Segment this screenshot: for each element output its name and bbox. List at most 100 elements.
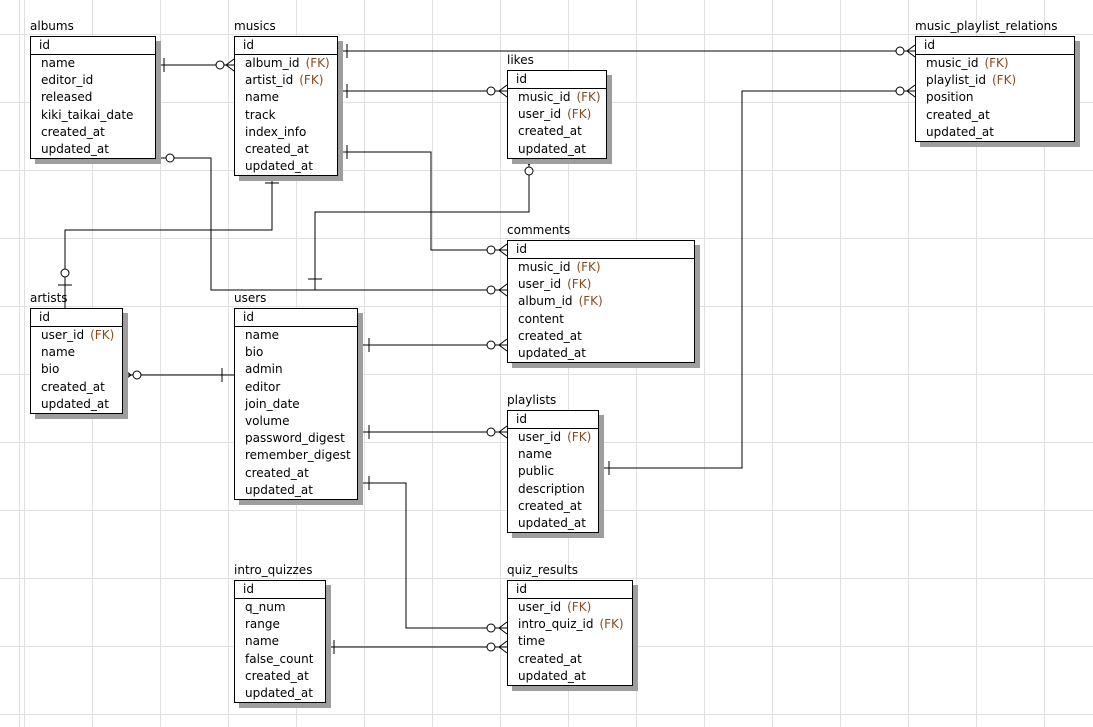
field-name: created_at (245, 141, 309, 156)
field-name: bio (245, 345, 264, 360)
entity-field: updated_at (245, 158, 329, 175)
fk-marker: (FK) (991, 73, 1017, 88)
entity-field: artist_id (FK) (245, 72, 329, 89)
relationship-line (314, 157, 530, 290)
field-name: q_num (245, 600, 286, 614)
field-name: created_at (41, 124, 105, 139)
field-name: user_id (41, 328, 85, 342)
entity-field: volume (245, 413, 349, 430)
entity-likes[interactable]: likes id music_id (FK) user_id (FK) created_… (507, 53, 607, 159)
many-marker (498, 289, 508, 297)
entity-field: name (41, 55, 147, 72)
many-marker (122, 374, 132, 382)
field-name: updated_at (518, 668, 586, 683)
entity-field: name (518, 446, 590, 463)
entity-title: quiz_results (507, 563, 579, 577)
entity-box: id music_id (FK) user_id (FK) album_id (FK) co… (507, 240, 695, 364)
field-name: password_digest (245, 431, 345, 446)
entity-field: bio (41, 361, 114, 378)
entity-field: kiki_taikai_date (41, 107, 147, 124)
entity-field: position (926, 89, 1066, 106)
entity-field: q_num (245, 599, 317, 616)
field-list: music_id (FK) playlist_id (FK) position creat… (916, 55, 1074, 141)
field-name: album_id (518, 294, 573, 309)
primary-key: id (31, 309, 122, 327)
many-marker (498, 84, 508, 92)
field-name: range (245, 617, 280, 632)
field-name: updated_at (41, 141, 109, 156)
field-name: name (518, 447, 553, 462)
entity-field: music_id (FK) (518, 259, 686, 276)
entity-title: intro_quizzes (234, 563, 313, 577)
entity-field: created_at (245, 668, 317, 685)
zero-marker (165, 153, 175, 163)
entity-artists[interactable]: artists id user_id (FK) name bio created_at u… (30, 291, 123, 414)
primary-key: id (916, 37, 1074, 55)
entity-playlists[interactable]: playlists id user_id (FK) name public descri… (507, 393, 599, 534)
zero-marker (524, 166, 534, 176)
zero-marker (895, 46, 905, 56)
entity-intro-quizzes[interactable]: intro_quizzes id q_num range name false_cou… (234, 563, 326, 704)
field-name: created_at (518, 498, 582, 513)
field-name: remember_digest (245, 448, 351, 463)
field-name: index_info (245, 124, 307, 139)
entity-field: editor_id (41, 72, 147, 89)
entity-field: false_count (245, 651, 317, 668)
entity-box: id name bio admin editor join_date volume pass… (234, 308, 358, 500)
field-name: user_id (518, 107, 562, 122)
field-name: updated_at (518, 515, 586, 530)
field-name: kiki_taikai_date (41, 107, 134, 122)
entity-field: updated_at (245, 482, 349, 499)
entity-musics[interactable]: musics id album_id (FK) artist_id (FK) name t… (234, 19, 338, 177)
primary-key: id (235, 37, 337, 55)
fk-marker: (FK) (984, 56, 1009, 70)
entity-field: updated_at (518, 668, 624, 685)
many-marker (498, 627, 508, 635)
field-name: created_at (245, 668, 309, 683)
field-name: updated_at (926, 124, 994, 139)
entity-field: user_id (FK) (518, 599, 624, 616)
zero-marker (486, 623, 496, 633)
entity-field: join_date (245, 396, 349, 413)
entity-field: user_id (FK) (41, 327, 114, 344)
entity-box: id album_id (FK) artist_id (FK) name track ind… (234, 36, 338, 177)
field-name: updated_at (41, 396, 109, 411)
field-name: updated_at (518, 345, 586, 360)
entity-quiz-results[interactable]: quiz_results id user_id (FK) intro_quiz_id… (507, 563, 633, 686)
field-name: bio (41, 362, 60, 377)
entity-comments[interactable]: comments id music_id (FK) user_id (FK) album… (507, 223, 695, 364)
primary-key: id (508, 581, 632, 599)
entity-title: playlists (507, 393, 557, 407)
entity-field: music_id (FK) (518, 89, 601, 106)
field-name: created_at (41, 379, 105, 394)
field-name: artist_id (245, 73, 294, 88)
relationship-line (156, 157, 507, 291)
field-list: name editor_id released kiki_taikai_date cre… (31, 55, 155, 158)
many-marker (906, 90, 916, 98)
entity-users[interactable]: users id name bio admin editor join_date volu… (234, 291, 358, 500)
field-name: updated_at (245, 159, 313, 174)
many-marker (225, 64, 235, 72)
zero-marker (215, 60, 225, 70)
entity-box: id user_id (FK) name public description creat… (507, 410, 599, 534)
field-list: user_id (FK) name bio created_at updated_at (31, 327, 122, 413)
fk-marker: (FK) (567, 430, 592, 444)
field-name: content (518, 311, 564, 326)
entity-music-playlist-relations[interactable]: music_playlist_relations id music_id (FK)… (915, 19, 1075, 142)
primary-key: id (508, 411, 598, 429)
field-name: intro_quiz_id (518, 617, 594, 632)
entity-field: updated_at (245, 685, 317, 702)
entity-field: updated_at (518, 515, 590, 532)
zero-marker (486, 340, 496, 350)
field-name: editor (245, 379, 281, 394)
field-name: public (518, 464, 555, 479)
entity-box: id name editor_id released kiki_taikai_date… (30, 36, 156, 160)
entity-field: album_id (FK) (245, 55, 330, 72)
field-name: updated_at (245, 685, 313, 700)
field-list: album_id (FK) artist_id (FK) name track index_… (235, 55, 337, 175)
entity-field: password_digest (245, 430, 349, 447)
entity-field: album_id (FK) (518, 293, 686, 310)
primary-key: id (508, 241, 694, 259)
entity-albums[interactable]: albums id name editor_id released kiki_taik… (30, 19, 156, 160)
entity-field: updated_at (926, 124, 1066, 141)
